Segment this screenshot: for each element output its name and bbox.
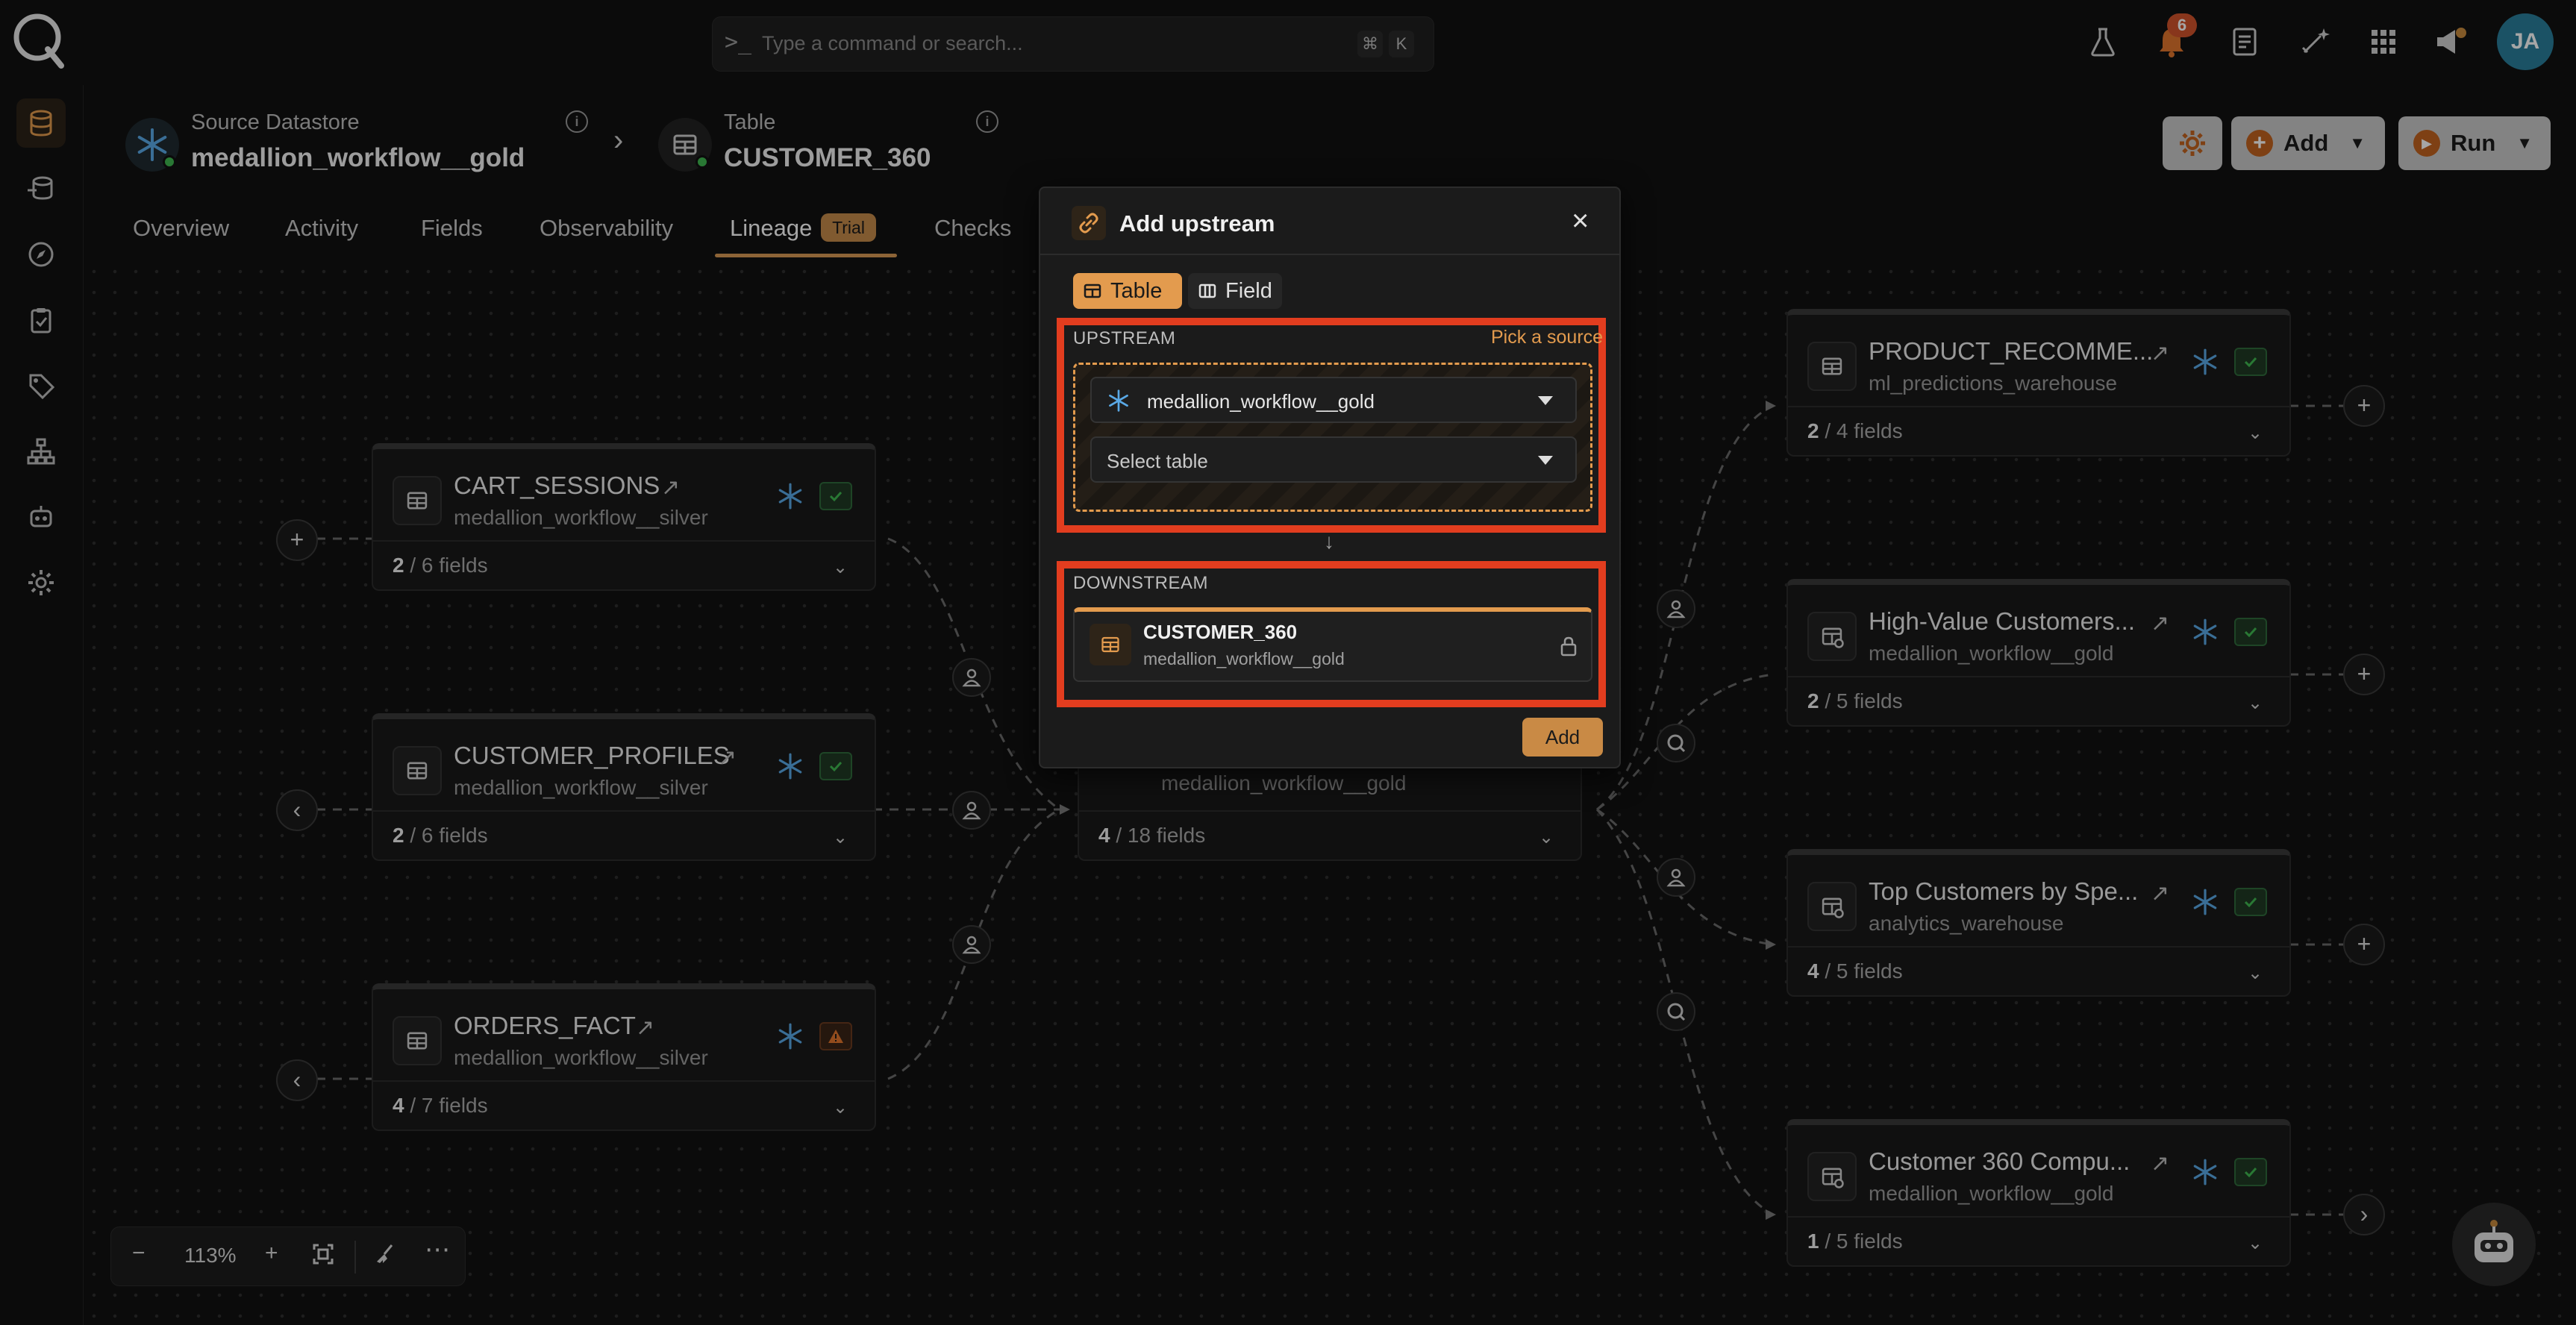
toggle-table-button[interactable]: Table — [1073, 273, 1182, 309]
datastore-select[interactable]: medallion_workflow__gold — [1090, 377, 1577, 423]
toggle-field-label: Field — [1225, 278, 1272, 303]
table-icon — [1090, 624, 1131, 665]
downstream-table-card: CUSTOMER_360 medallion_workflow__gold — [1073, 607, 1592, 682]
toggle-table-label: Table — [1110, 278, 1163, 303]
snowflake-icon — [1109, 389, 1128, 412]
table-icon — [1084, 284, 1101, 298]
column-icon — [1198, 284, 1216, 298]
downstream-label: DOWNSTREAM — [1073, 573, 1208, 593]
datastore-select-value: medallion_workflow__gold — [1147, 390, 1375, 413]
pick-source-hint: Pick a source — [1491, 327, 1604, 348]
close-icon[interactable]: × — [1572, 204, 1589, 238]
toggle-field-button[interactable]: Field — [1188, 273, 1282, 309]
add-upstream-dialog: Add upstream × Table Field UPSTREAM Pick… — [1039, 187, 1621, 768]
dialog-add-button[interactable]: Add — [1522, 718, 1603, 757]
link-icon — [1072, 206, 1106, 240]
caret-down-icon — [1538, 456, 1553, 465]
upstream-drop-zone: medallion_workflow__gold Select table — [1073, 363, 1592, 512]
table-select[interactable]: Select table — [1090, 436, 1577, 483]
upstream-label: UPSTREAM — [1073, 328, 1176, 348]
arrow-down-icon: ↓ — [1324, 530, 1334, 553]
lock-icon — [1560, 636, 1578, 660]
downstream-table-name: CUSTOMER_360 — [1143, 621, 1298, 643]
dialog-title: Add upstream — [1119, 210, 1275, 237]
downstream-datastore: medallion_workflow__gold — [1143, 649, 1345, 668]
table-select-placeholder: Select table — [1107, 450, 1208, 472]
caret-down-icon — [1538, 396, 1553, 405]
